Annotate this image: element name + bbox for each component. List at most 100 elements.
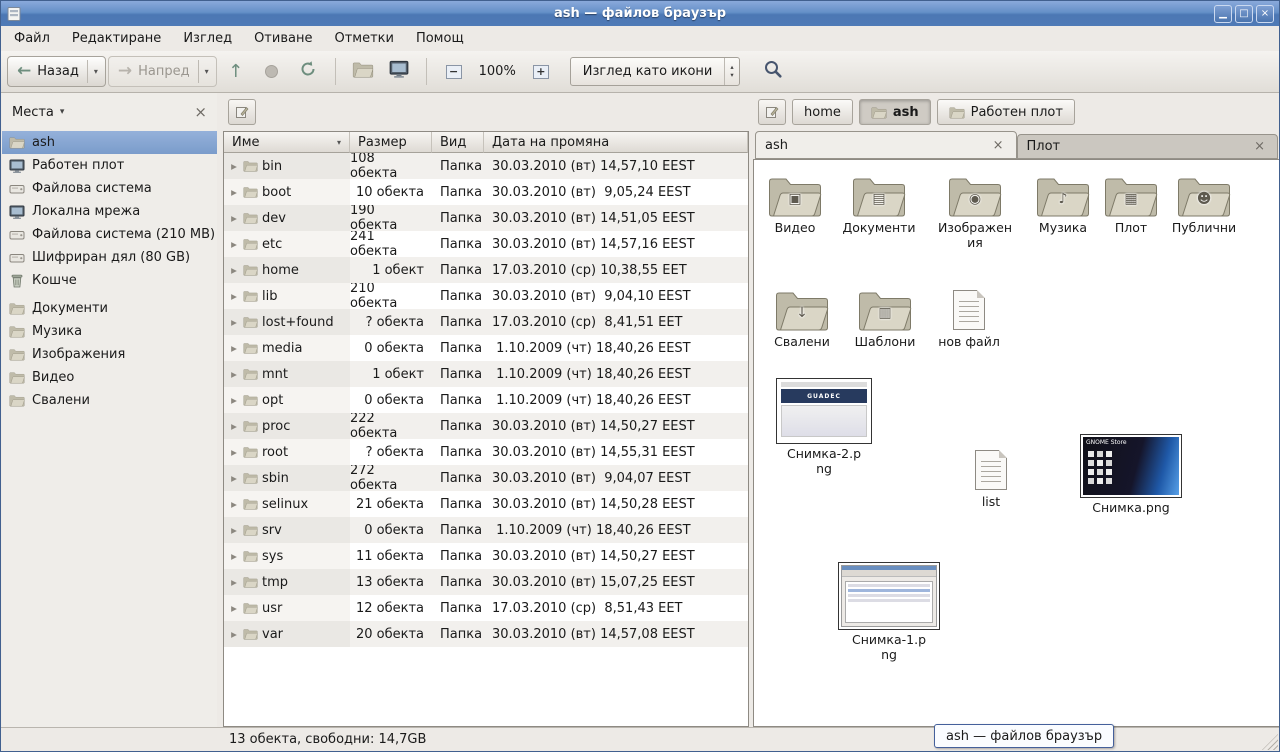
icon-list[interactable]: list	[949, 448, 1033, 510]
expander-icon[interactable]: ▶	[229, 370, 239, 379]
places-title[interactable]: Места	[12, 105, 54, 120]
icon-videos[interactable]: ▣Видео	[753, 174, 837, 236]
expander-icon[interactable]: ▶	[229, 344, 239, 353]
combo-arrows-icon[interactable]: ▴▾	[724, 58, 738, 85]
zoom-out-button[interactable]: −	[437, 56, 471, 87]
column-header-name[interactable]: Име▾	[224, 132, 350, 153]
expander-icon[interactable]: ▶	[229, 474, 239, 483]
tree-row-sbin[interactable]: ▶sbin272 обектаПапка30.03.2010 (вт) 9,04…	[224, 465, 748, 491]
maximize-button[interactable]: □	[1235, 5, 1253, 23]
computer-button[interactable]	[382, 56, 416, 87]
tree-row-srv[interactable]: ▶srv0 обектаПапка 1.10.2009 (чт) 18,40,2…	[224, 517, 748, 543]
icon-desktop[interactable]: ▦Плот	[1089, 174, 1173, 236]
tree-row-boot[interactable]: ▶boot10 обектаПапка30.03.2010 (вт) 9,05,…	[224, 179, 748, 205]
column-header-modified[interactable]: Дата на промяна	[484, 132, 748, 153]
expander-icon[interactable]: ▶	[229, 604, 239, 613]
tab-close-icon[interactable]: ×	[990, 139, 1007, 152]
expander-icon[interactable]: ▶	[229, 214, 239, 223]
reload-button[interactable]	[291, 56, 325, 87]
up-button[interactable]: ↑	[219, 56, 253, 87]
icon-view[interactable]: ▣Видео▤Документи◉Изображения♪Музика▦Плот…	[753, 159, 1280, 727]
icon-snimka-1[interactable]: Снимка-1.png	[834, 562, 944, 663]
icon-public[interactable]: ☻Публични	[1162, 174, 1246, 236]
sidebar-item-downloads[interactable]: Свалени	[2, 389, 217, 412]
minimize-button[interactable]: ▁	[1214, 5, 1232, 23]
menu-edit[interactable]: Редактиране	[61, 28, 172, 49]
expander-icon[interactable]: ▶	[229, 500, 239, 509]
icon-new-file[interactable]: нов файл	[927, 288, 1011, 350]
tree-row-var[interactable]: ▶var20 обектаПапка30.03.2010 (вт) 14,57,…	[224, 621, 748, 647]
sidebar-item-ash[interactable]: ash	[2, 131, 217, 154]
tree-row-lib[interactable]: ▶lib210 обектаПапка30.03.2010 (вт) 9,04,…	[224, 283, 748, 309]
back-button[interactable]: ← Назад ▾	[7, 56, 106, 87]
tab-plot[interactable]: Плот×	[1017, 134, 1279, 159]
menu-go[interactable]: Отиване	[243, 28, 323, 49]
menu-view[interactable]: Изглед	[172, 28, 243, 49]
sidebar-item-network[interactable]: Локална мрежа	[2, 200, 217, 223]
icon-templates[interactable]: ▥Шаблони	[843, 288, 927, 350]
mid-pane-location-button[interactable]	[228, 99, 256, 125]
expander-icon[interactable]: ▶	[229, 422, 239, 431]
close-button[interactable]: ×	[1256, 5, 1274, 23]
expander-icon[interactable]: ▶	[229, 396, 239, 405]
tree-row-media[interactable]: ▶media0 обектаПапка 1.10.2009 (чт) 18,40…	[224, 335, 748, 361]
back-dropdown-icon[interactable]: ▾	[87, 60, 102, 83]
icon-documents[interactable]: ▤Документи	[837, 174, 921, 236]
column-header-size[interactable]: Размер	[350, 132, 432, 153]
expander-icon[interactable]: ▶	[229, 630, 239, 639]
breadcrumb-home[interactable]: home	[792, 99, 853, 125]
menu-bookmarks[interactable]: Отметки	[323, 28, 404, 49]
column-header-kind[interactable]: Вид	[432, 132, 484, 153]
search-button[interactable]	[754, 56, 792, 87]
menu-file[interactable]: Файл	[3, 28, 61, 49]
resize-grip[interactable]	[1262, 734, 1278, 750]
tab-ash[interactable]: ash×	[755, 131, 1017, 159]
view-mode-select[interactable]: Изглед като икони ▴▾	[570, 57, 740, 86]
tree-row-root[interactable]: ▶root? обектаПапка30.03.2010 (вт) 14,55,…	[224, 439, 748, 465]
sidebar-item-documents[interactable]: Документи	[2, 297, 217, 320]
breadcrumb-ash[interactable]: ash	[859, 99, 931, 125]
expander-icon[interactable]: ▶	[229, 162, 239, 171]
sidebar-item-music[interactable]: Музика	[2, 320, 217, 343]
tab-close-icon[interactable]: ×	[1251, 140, 1268, 153]
sidebar-close-icon[interactable]: ×	[194, 105, 207, 120]
tree-row-tmp[interactable]: ▶tmp13 обектаПапка30.03.2010 (вт) 15,07,…	[224, 569, 748, 595]
expander-icon[interactable]: ▶	[229, 578, 239, 587]
forward-dropdown-icon[interactable]: ▾	[198, 60, 213, 83]
expander-icon[interactable]: ▶	[229, 448, 239, 457]
sidebar-item-volume-210mb[interactable]: Файлова система (210 MB)	[2, 223, 217, 246]
right-pane-location-button[interactable]	[758, 99, 786, 125]
tree-row-lost+found[interactable]: ▶lost+found? обектаПапка17.03.2010 (ср) …	[224, 309, 748, 335]
sidebar-item-filesystem[interactable]: Файлова система	[2, 177, 217, 200]
tree-row-mnt[interactable]: ▶mnt1 обектПапка 1.10.2009 (чт) 18,40,26…	[224, 361, 748, 387]
breadcrumb-desktop[interactable]: Работен плот	[937, 99, 1075, 125]
tree-row-home[interactable]: ▶home1 обектПапка17.03.2010 (ср) 10,38,5…	[224, 257, 748, 283]
forward-button[interactable]: → Напред ▾	[108, 56, 217, 87]
home-button[interactable]	[346, 56, 380, 87]
expander-icon[interactable]: ▶	[229, 292, 239, 301]
icon-snimka-2[interactable]: GUADECСнимка-2.png	[769, 378, 879, 477]
expander-icon[interactable]: ▶	[229, 240, 239, 249]
tree-row-opt[interactable]: ▶opt0 обектаПапка 1.10.2009 (чт) 18,40,2…	[224, 387, 748, 413]
tree-row-proc[interactable]: ▶proc222 обектаПапка30.03.2010 (вт) 14,5…	[224, 413, 748, 439]
icon-snimka[interactable]: GNOME StoreСнимка.png	[1076, 434, 1186, 516]
tree-row-selinux[interactable]: ▶selinux21 обектаПапка30.03.2010 (вт) 14…	[224, 491, 748, 517]
tree-row-usr[interactable]: ▶usr12 обектаПапка17.03.2010 (ср) 8,51,4…	[224, 595, 748, 621]
expander-icon[interactable]: ▶	[229, 188, 239, 197]
sidebar-item-videos[interactable]: Видео	[2, 366, 217, 389]
tree-row-bin[interactable]: ▶bin108 обектаПапка30.03.2010 (вт) 14,57…	[224, 153, 748, 179]
icon-downloads[interactable]: ↓Свалени	[760, 288, 844, 350]
zoom-in-button[interactable]: +	[524, 56, 558, 87]
expander-icon[interactable]: ▶	[229, 552, 239, 561]
menu-help[interactable]: Помощ	[405, 28, 475, 49]
tree-row-etc[interactable]: ▶etc241 обектаПапка30.03.2010 (вт) 14,57…	[224, 231, 748, 257]
sidebar-item-pictures[interactable]: Изображения	[2, 343, 217, 366]
tree-row-dev[interactable]: ▶dev190 обектаПапка30.03.2010 (вт) 14,51…	[224, 205, 748, 231]
sidebar-item-trash[interactable]: Кошче	[2, 269, 217, 292]
expander-icon[interactable]: ▶	[229, 318, 239, 327]
sidebar-item-encrypted-80gb[interactable]: Шифриран дял (80 GB)	[2, 246, 217, 269]
icon-pictures[interactable]: ◉Изображения	[933, 174, 1017, 251]
tree-row-sys[interactable]: ▶sys11 обектаПапка30.03.2010 (вт) 14,50,…	[224, 543, 748, 569]
sidebar-item-desktop[interactable]: Работен плот	[2, 154, 217, 177]
places-dropdown-icon[interactable]: ▾	[60, 107, 65, 117]
